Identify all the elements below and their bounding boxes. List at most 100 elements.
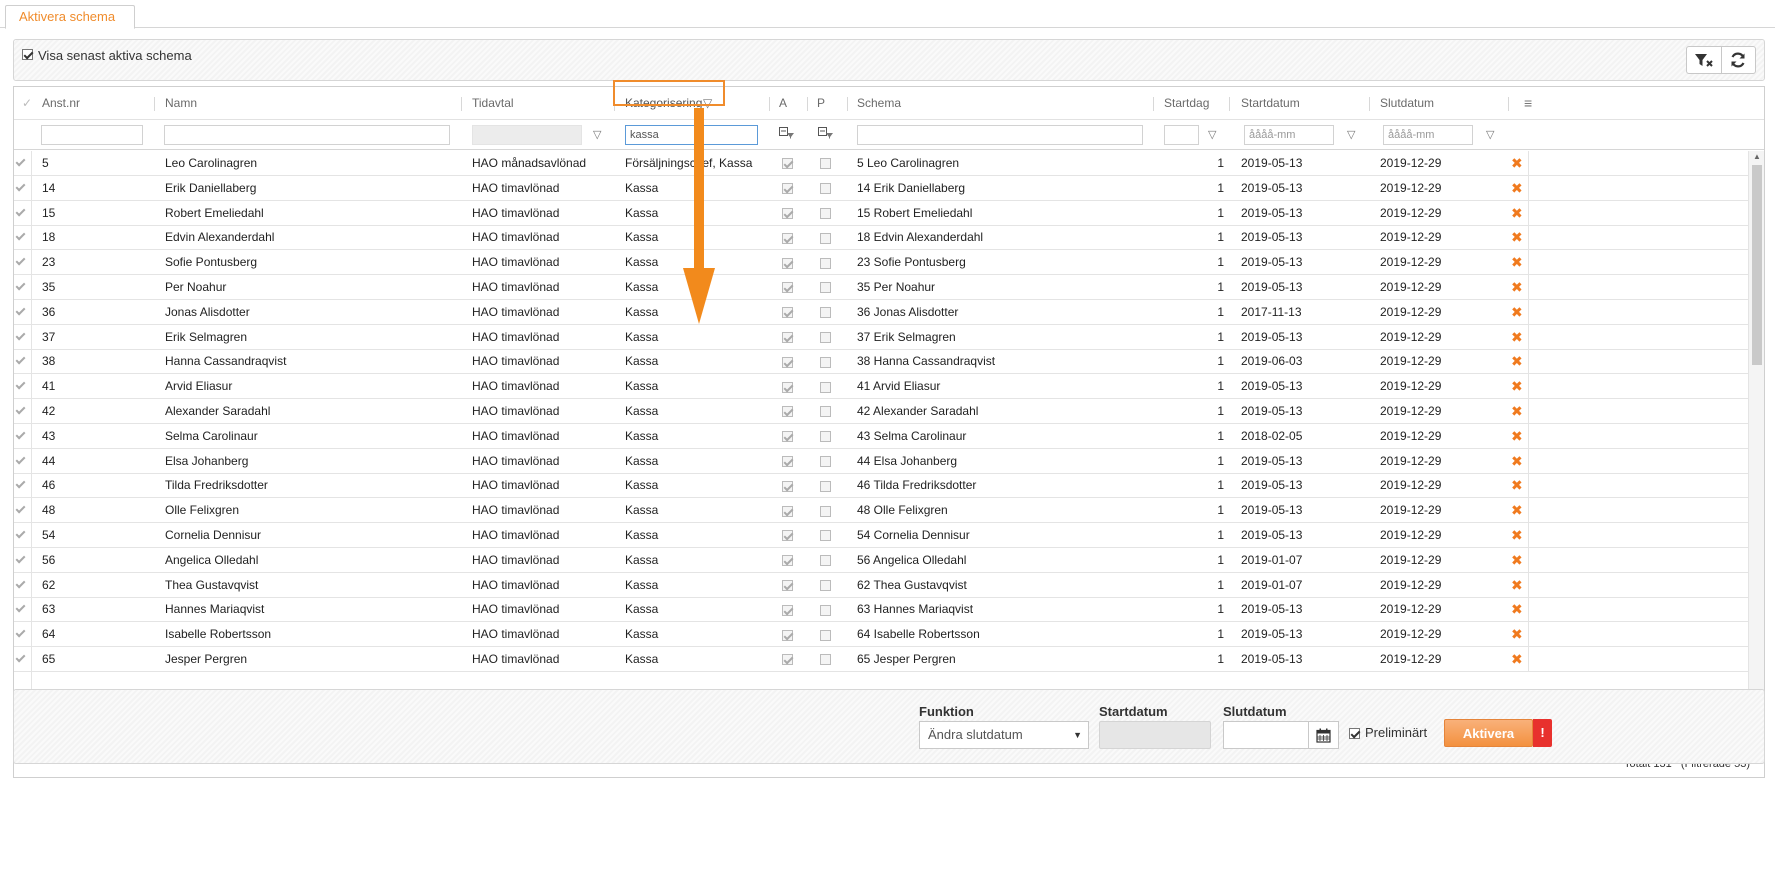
row-select-cell[interactable] bbox=[14, 523, 32, 548]
tab-aktivera-schema[interactable]: Aktivera schema bbox=[5, 5, 135, 29]
remove-row-icon[interactable]: ✖ bbox=[1511, 473, 1523, 498]
table-row[interactable]: 43 Selma Carolinaur HAO timavlönad Kassa 43 … bbox=[14, 423, 1748, 449]
table-row[interactable]: 65 Jesper Pergren HAO timavlönad Kassa 65 Je… bbox=[14, 647, 1748, 672]
calendar-button[interactable] bbox=[1308, 722, 1338, 748]
row-select-cell[interactable] bbox=[14, 622, 32, 648]
table-row[interactable]: 64 Isabelle Robertsson HAO timavlönad Kassa… bbox=[14, 622, 1748, 648]
table-row[interactable]: 36 Jonas Alisdotter HAO timavlönad Kassa 36 … bbox=[14, 299, 1748, 325]
row-select-cell[interactable] bbox=[14, 399, 32, 424]
row-select-cell[interactable] bbox=[14, 250, 32, 276]
col-a[interactable]: A bbox=[779, 87, 787, 120]
filter-startdatum[interactable]: åååå-mm bbox=[1244, 125, 1334, 145]
remove-row-icon[interactable]: ✖ bbox=[1511, 647, 1523, 672]
row-select-cell[interactable] bbox=[14, 473, 32, 499]
row-select-cell[interactable] bbox=[14, 498, 32, 524]
remove-row-icon[interactable]: ✖ bbox=[1511, 374, 1523, 399]
table-row[interactable]: 38 Hanna Cassandraqvist HAO timavlönad Kass… bbox=[14, 349, 1748, 375]
table-row[interactable]: 18 Edvin Alexanderdahl HAO timavlönad Kassa… bbox=[14, 225, 1748, 251]
aktivera-button[interactable]: Aktivera bbox=[1444, 719, 1533, 747]
slutdatum-field[interactable] bbox=[1223, 721, 1339, 749]
warning-button[interactable]: ! bbox=[1533, 719, 1552, 747]
table-row[interactable]: 14 Erik Daniellaberg HAO timavlönad Kassa 14… bbox=[14, 175, 1748, 201]
preliminart-option[interactable]: Preliminärt bbox=[1349, 725, 1427, 740]
col-slutdatum[interactable]: Slutdatum bbox=[1380, 87, 1480, 120]
row-select-cell[interactable] bbox=[14, 349, 32, 375]
col-schema[interactable]: Schema bbox=[857, 87, 1057, 120]
filter-kategorisering[interactable]: kassa bbox=[625, 125, 758, 145]
row-select-cell[interactable] bbox=[14, 448, 32, 474]
remove-row-icon[interactable]: ✖ bbox=[1511, 573, 1523, 598]
funktion-select[interactable]: Ändra slutdatum ▼ bbox=[919, 721, 1089, 749]
table-row[interactable]: 5 Leo Carolinagren HAO månadsavlönad Försäl… bbox=[14, 151, 1748, 176]
select-all-icon[interactable]: ✓ bbox=[22, 87, 34, 120]
filter-tidavtal-icon[interactable]: ▽ bbox=[593, 128, 601, 141]
remove-row-icon[interactable]: ✖ bbox=[1511, 275, 1523, 300]
row-select-cell[interactable] bbox=[14, 374, 32, 400]
table-row[interactable]: 41 Arvid Eliasur HAO timavlönad Kassa 41 Arv… bbox=[14, 374, 1748, 400]
filter-schema[interactable] bbox=[857, 125, 1143, 145]
scrollbar-thumb[interactable] bbox=[1752, 165, 1762, 365]
remove-row-icon[interactable]: ✖ bbox=[1511, 300, 1523, 325]
filter-startdatum-icon[interactable]: ▽ bbox=[1347, 128, 1355, 141]
filter-anstnr[interactable] bbox=[41, 125, 143, 145]
table-row[interactable]: 44 Elsa Johanberg HAO timavlönad Kassa 44 El… bbox=[14, 448, 1748, 474]
remove-row-icon[interactable]: ✖ bbox=[1511, 399, 1523, 424]
table-row[interactable]: 46 Tilda Fredriksdotter HAO timavlönad Kass… bbox=[14, 473, 1748, 499]
table-row[interactable]: 35 Per Noahur HAO timavlönad Kassa 35 Per No… bbox=[14, 275, 1748, 300]
filter-startdag[interactable] bbox=[1164, 125, 1199, 145]
table-row[interactable]: 42 Alexander Saradahl HAO timavlönad Kassa 4… bbox=[14, 399, 1748, 424]
column-menu-icon[interactable]: ≡ bbox=[1524, 87, 1538, 120]
row-select-cell[interactable] bbox=[14, 547, 32, 573]
remove-row-icon[interactable]: ✖ bbox=[1511, 449, 1523, 474]
col-anstnr[interactable]: Anst.nr bbox=[42, 87, 152, 120]
filter-namn[interactable] bbox=[164, 125, 450, 145]
row-select-cell[interactable] bbox=[14, 597, 32, 623]
clear-filter-button[interactable] bbox=[1687, 47, 1721, 73]
refresh-button[interactable] bbox=[1720, 47, 1756, 73]
remove-row-icon[interactable]: ✖ bbox=[1511, 250, 1523, 275]
table-row[interactable]: 48 Olle Felixgren HAO timavlönad Kassa 48 Ol… bbox=[14, 498, 1748, 524]
show-latest-option[interactable]: Visa senast aktiva schema bbox=[22, 48, 192, 63]
scroll-up-icon[interactable]: ▲ bbox=[1753, 152, 1761, 161]
table-row[interactable]: 15 Robert Emeliedahl HAO timavlönad Kassa 15… bbox=[14, 200, 1748, 226]
row-select-cell[interactable] bbox=[14, 423, 32, 449]
remove-row-icon[interactable]: ✖ bbox=[1511, 349, 1523, 374]
filter-p-icon[interactable] bbox=[818, 126, 834, 143]
col-tidavtal[interactable]: Tidavtal bbox=[472, 87, 602, 120]
preliminart-checkbox[interactable] bbox=[1349, 728, 1360, 740]
table-row[interactable]: 62 Thea Gustavqvist HAO timavlönad Kassa 62 … bbox=[14, 572, 1748, 598]
table-row[interactable]: 23 Sofie Pontusberg HAO timavlönad Kassa 23 … bbox=[14, 250, 1748, 276]
remove-row-icon[interactable]: ✖ bbox=[1511, 325, 1523, 350]
col-startdatum[interactable]: Startdatum bbox=[1241, 87, 1341, 120]
row-select-cell[interactable] bbox=[14, 647, 32, 672]
row-select-cell[interactable] bbox=[14, 299, 32, 325]
remove-row-icon[interactable]: ✖ bbox=[1511, 498, 1523, 523]
row-select-cell[interactable] bbox=[14, 275, 32, 300]
filter-startdag-icon[interactable]: ▽ bbox=[1208, 128, 1216, 141]
filter-slutdatum-icon[interactable]: ▽ bbox=[1486, 128, 1494, 141]
remove-row-icon[interactable]: ✖ bbox=[1511, 151, 1523, 176]
remove-row-icon[interactable]: ✖ bbox=[1511, 548, 1523, 573]
remove-row-icon[interactable]: ✖ bbox=[1511, 597, 1523, 622]
row-select-cell[interactable] bbox=[14, 200, 32, 226]
row-select-cell[interactable] bbox=[14, 572, 32, 598]
row-select-cell[interactable] bbox=[14, 324, 32, 350]
col-p[interactable]: P bbox=[817, 87, 825, 120]
row-select-cell[interactable] bbox=[14, 151, 32, 176]
grid-scrollbar[interactable]: ▲ ▼ bbox=[1748, 151, 1764, 749]
remove-row-icon[interactable]: ✖ bbox=[1511, 523, 1523, 548]
col-namn[interactable]: Namn bbox=[165, 87, 455, 120]
remove-row-icon[interactable]: ✖ bbox=[1511, 622, 1523, 647]
row-select-cell[interactable] bbox=[14, 175, 32, 201]
remove-row-icon[interactable]: ✖ bbox=[1511, 225, 1523, 250]
filter-a-icon[interactable] bbox=[779, 126, 795, 143]
table-row[interactable]: 54 Cornelia Dennisur HAO timavlönad Kassa 54… bbox=[14, 523, 1748, 548]
row-select-cell[interactable] bbox=[14, 225, 32, 251]
filter-slutdatum[interactable]: åååå-mm bbox=[1383, 125, 1473, 145]
table-row[interactable]: 37 Erik Selmagren HAO timavlönad Kassa 37 Er… bbox=[14, 324, 1748, 350]
col-startdag[interactable]: Startdag bbox=[1164, 87, 1219, 120]
remove-row-icon[interactable]: ✖ bbox=[1511, 424, 1523, 449]
remove-row-icon[interactable]: ✖ bbox=[1511, 176, 1523, 201]
show-latest-checkbox[interactable] bbox=[22, 49, 33, 61]
table-row[interactable]: 63 Hannes Mariaqvist HAO timavlönad Kassa 63… bbox=[14, 597, 1748, 623]
